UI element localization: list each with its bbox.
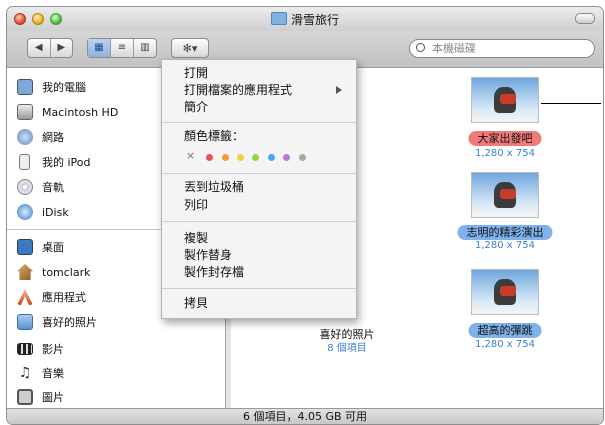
sidebar-item-home[interactable]: tomclark [17, 261, 91, 283]
menu-item-copy[interactable]: 拷貝 [184, 295, 208, 312]
file-dimensions: 1,280 x 754 [475, 339, 535, 350]
submenu-arrow-icon [336, 86, 342, 94]
folder-icon [17, 314, 33, 330]
gear-icon: ✻▾ [182, 41, 198, 55]
toolbar-toggle-button[interactable] [575, 13, 595, 24]
sidebar-item-label: 影片 [42, 343, 64, 356]
folder-item-count: 8 個項目 [327, 343, 367, 354]
window-title-text: 滑雪旅行 [290, 13, 339, 27]
sidebar-item-pictures[interactable]: 圖片 [17, 386, 64, 408]
action-menu-button[interactable]: ✻▾ [171, 38, 209, 58]
sidebar-item-label: 音樂 [42, 367, 64, 380]
sidebar-item-label: iDisk [42, 205, 69, 219]
status-bar: 6 個項目，4.05 GB 可用 [7, 408, 603, 424]
file-label[interactable]: 志明的精彩演出 [457, 225, 553, 240]
menu-item-duplicate[interactable]: 複製 [184, 230, 208, 247]
menu-item-move-to-trash[interactable]: 丟到垃圾桶 [184, 179, 244, 196]
file-label[interactable]: 大家出發吧 [468, 131, 542, 146]
photo-thumbnail[interactable] [471, 269, 539, 315]
menu-separator [162, 221, 356, 222]
sidebar-item-label: 應用程式 [42, 291, 86, 304]
desktop-icon [17, 239, 33, 255]
file-dimensions: 1,280 x 754 [475, 240, 535, 251]
sidebar-item-movies[interactable]: 影片 [17, 338, 64, 360]
sidebar-item-cd[interactable]: 音軌 [17, 176, 64, 198]
forward-button[interactable]: ▶ [51, 39, 73, 57]
music-icon: ♫ [18, 365, 32, 381]
column-view-button[interactable]: ▥ [134, 39, 156, 57]
back-forward-control[interactable]: ◀ ▶ [27, 38, 73, 58]
sidebar-item-label: 我的電腦 [42, 81, 86, 94]
menu-separator [162, 288, 356, 289]
sidebar-item-desktop[interactable]: 桌面 [17, 236, 64, 258]
sidebar-item-favorite-photos[interactable]: 喜好的照片 [17, 311, 97, 333]
action-context-menu: 打開 打開檔案的應用程式 簡介 顏色標籤： × 丟到垃圾桶 列印 複製 製作替身… [161, 59, 357, 319]
menu-heading-color-label: 顏色標籤： [184, 129, 245, 143]
menu-item-print[interactable]: 列印 [184, 197, 208, 214]
photo-thumbnail[interactable] [471, 77, 539, 123]
menu-item-open[interactable]: 打開 [184, 65, 208, 82]
view-switcher[interactable]: ▦ ≡ ▥ [87, 38, 157, 58]
sidebar-item-label: 我的 iPod [42, 156, 91, 169]
search-field[interactable]: 本機磁碟 [409, 39, 595, 58]
sidebar-item-ipod[interactable]: 我的 iPod [17, 151, 91, 173]
sidebar-item-music[interactable]: ♫ 音樂 [17, 362, 64, 384]
sidebar-item-computer[interactable]: 我的電腦 [17, 76, 86, 98]
label-purple-swatch[interactable] [283, 154, 290, 161]
menu-separator [162, 173, 356, 174]
menu-item-make-alias[interactable]: 製作替身 [184, 247, 232, 264]
label-gray-swatch[interactable] [299, 154, 306, 161]
sidebar-item-label: 桌面 [42, 241, 64, 254]
label-yellow-swatch[interactable] [237, 154, 244, 161]
title-bar: 滑雪旅行 [7, 7, 603, 31]
back-button[interactable]: ◀ [28, 39, 51, 57]
idisk-icon [17, 204, 33, 220]
sidebar-item-idisk[interactable]: iDisk [17, 201, 69, 223]
icon-view-button[interactable]: ▦ [88, 39, 111, 57]
sidebar-item-label: 音軌 [42, 181, 64, 194]
callout-line [541, 103, 601, 104]
sidebar-item-label: tomclark [42, 265, 91, 279]
computer-icon [17, 79, 33, 95]
sidebar-item-macintosh-hd[interactable]: Macintosh HD [17, 101, 118, 123]
sidebar-item-network[interactable]: 網路 [17, 126, 64, 148]
menu-item-open-with[interactable]: 打開檔案的應用程式 [184, 82, 354, 99]
file-dimensions: 1,280 x 754 [475, 148, 535, 159]
skier-jacket [500, 189, 516, 199]
sidebar-item-applications[interactable]: 應用程式 [17, 286, 86, 308]
search-placeholder: 本機磁碟 [432, 42, 476, 55]
sidebar-item-label: Macintosh HD [42, 105, 119, 119]
home-icon [17, 264, 33, 280]
menu-separator [162, 122, 356, 123]
menu-item-label: 打開檔案的應用程式 [184, 83, 293, 97]
file-label[interactable]: 超高的彈跳 [468, 323, 542, 338]
cd-icon [17, 179, 33, 195]
menu-item-create-archive[interactable]: 製作封存檔 [184, 264, 244, 281]
menu-item-get-info[interactable]: 簡介 [184, 99, 208, 116]
applications-icon [17, 289, 33, 305]
label-clear-icon[interactable]: × [186, 149, 195, 162]
window-title: 滑雪旅行 [7, 11, 603, 28]
label-red-swatch[interactable] [206, 154, 213, 161]
list-view-button[interactable]: ≡ [111, 39, 134, 57]
sidebar-item-label: 網路 [42, 131, 64, 144]
label-orange-swatch[interactable] [222, 154, 229, 161]
skier-jacket [500, 286, 516, 296]
label-blue-swatch[interactable] [268, 154, 275, 161]
pictures-icon [17, 389, 33, 405]
network-icon [17, 129, 33, 145]
folder-icon [270, 12, 287, 25]
sidebar-item-label: 圖片 [42, 391, 64, 404]
label-green-swatch[interactable] [252, 154, 259, 161]
search-icon [416, 43, 425, 52]
sidebar-item-label: 喜好的照片 [42, 316, 97, 329]
ipod-icon [19, 154, 30, 170]
skier-jacket [500, 94, 516, 104]
photo-thumbnail[interactable] [471, 172, 539, 218]
hard-drive-icon [17, 104, 33, 120]
movies-icon [17, 343, 33, 355]
